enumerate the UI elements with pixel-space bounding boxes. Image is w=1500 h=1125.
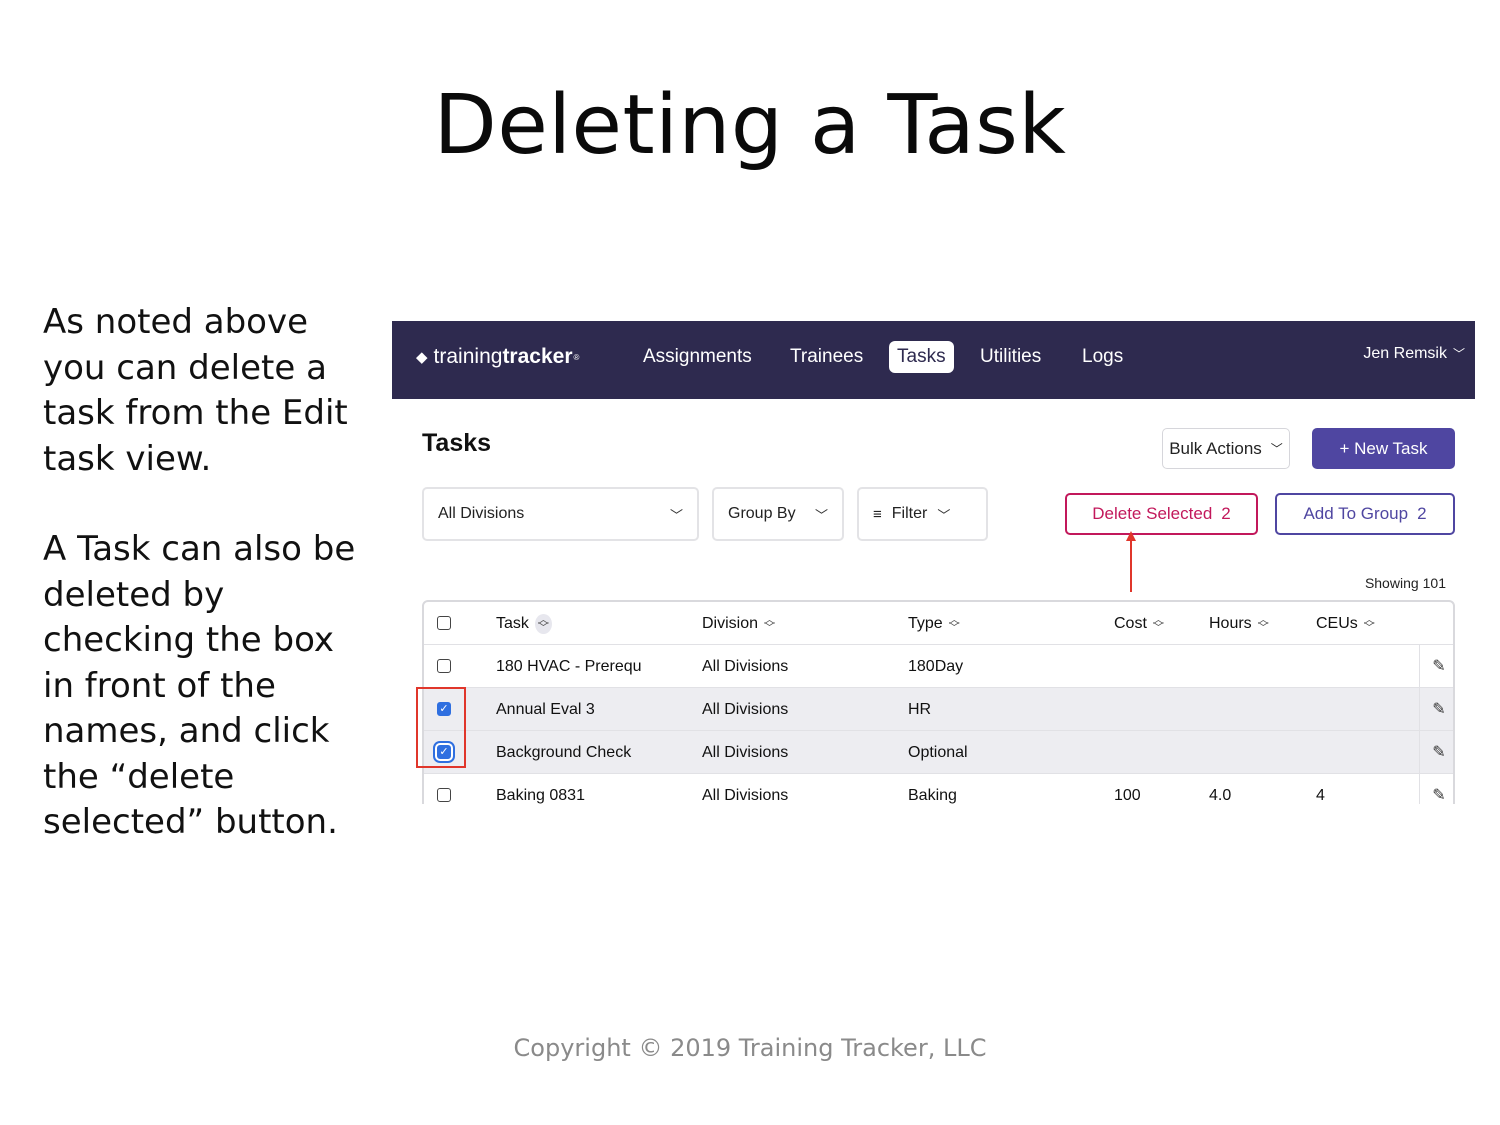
column-cost-label: Cost: [1114, 615, 1147, 632]
task-division: All Divisions: [702, 701, 789, 718]
task-division: All Divisions: [702, 658, 789, 675]
column-ceus-label: CEUs: [1316, 615, 1358, 632]
new-task-button[interactable]: + New Task: [1312, 428, 1455, 469]
table-row[interactable]: ✓ Annual Eval 3 All Divisions HR ✎: [424, 688, 1453, 731]
chevron-down-icon: ﹀: [814, 507, 828, 523]
nav-assignments[interactable]: Assignments: [635, 341, 760, 373]
app-screenshot: ◆ training tracker ® Assignments Trainees …: [392, 321, 1475, 804]
delete-selected-label: Delete Selected: [1092, 504, 1213, 523]
sort-icon[interactable]: ︿ ﹀: [1258, 614, 1269, 633]
showing-count: Showing 101: [1365, 575, 1446, 591]
group-by-select[interactable]: Group By ﹀: [712, 487, 844, 541]
user-menu[interactable]: Jen Remsik ﹀: [1363, 345, 1465, 363]
nav-trainees[interactable]: Trainees: [782, 341, 871, 373]
user-name: Jen Remsik: [1363, 345, 1447, 362]
sort-icon[interactable]: ︿ ﹀: [1364, 614, 1375, 633]
delete-selected-count: 2: [1221, 504, 1231, 523]
task-type: Baking: [908, 787, 957, 804]
showing-label: Showing: [1364, 575, 1419, 591]
edit-icon[interactable]: ✎: [1419, 731, 1453, 774]
task-division: All Divisions: [702, 787, 789, 804]
column-hours-label: Hours: [1209, 615, 1252, 632]
task-division: All Divisions: [702, 744, 789, 761]
table-row[interactable]: ✓ Background Check All Divisions Optiona…: [424, 731, 1453, 774]
task-type: 180Day: [908, 658, 964, 675]
slide-title: Deleting a Task: [433, 78, 1067, 173]
task-type: HR: [908, 701, 932, 718]
slide-explanation: As noted above you can delete a task fro…: [43, 300, 373, 846]
filter-icon: ≡: [873, 505, 882, 523]
edit-icon[interactable]: ✎: [1419, 774, 1453, 804]
edit-icon[interactable]: ✎: [1419, 645, 1453, 688]
paragraph-edit-view: As noted above you can delete a task fro…: [43, 302, 348, 479]
task-name: Baking 0831: [496, 787, 585, 804]
annotation-arrow-icon: [1126, 531, 1136, 592]
bulk-actions-label: Bulk Actions: [1169, 438, 1262, 458]
task-ceus: 4: [1316, 787, 1325, 804]
table-row[interactable]: Baking 0831 All Divisions Baking 100 4.0…: [424, 774, 1453, 804]
column-division-label: Division: [702, 615, 759, 632]
divisions-select-value: All Divisions: [438, 505, 525, 522]
column-type-label: Type: [908, 615, 943, 632]
nav-tasks[interactable]: Tasks: [889, 341, 954, 373]
task-name: 180 HVAC - Prerequ: [496, 658, 642, 675]
delete-selected-button[interactable]: Delete Selected 2: [1065, 493, 1258, 535]
task-cost: 100: [1114, 787, 1141, 804]
page-title: Tasks: [422, 429, 492, 457]
nav-logs[interactable]: Logs: [1074, 341, 1131, 373]
column-ceus[interactable]: CEUs ︿ ﹀: [1316, 602, 1375, 645]
sort-icon[interactable]: ︿ ﹀: [1153, 614, 1164, 633]
column-division[interactable]: Division ︿ ﹀: [702, 602, 775, 645]
brand-logo[interactable]: ◆ training tracker ®: [416, 345, 579, 369]
table-row[interactable]: 180 HVAC - Prerequ All Divisions 180Day …: [424, 645, 1453, 688]
nav-utilities[interactable]: Utilities: [972, 341, 1049, 373]
column-type[interactable]: Type ︿ ﹀: [908, 602, 960, 645]
add-to-group-button[interactable]: Add To Group 2: [1275, 493, 1455, 535]
paragraph-delete-selected: A Task can also be deleted by checking t…: [43, 529, 356, 842]
add-to-group-label: Add To Group: [1303, 504, 1409, 523]
task-type: Optional: [908, 744, 968, 761]
registered-mark: ®: [573, 352, 580, 362]
chevron-down-icon: ﹀: [669, 507, 683, 523]
sort-icon[interactable]: ︿ ﹀: [764, 614, 775, 633]
column-task[interactable]: Task ︿ ﹀: [496, 602, 552, 645]
chevron-down-icon: ﹀: [1452, 347, 1465, 361]
chevron-down-icon: ﹀: [937, 507, 951, 523]
edit-icon[interactable]: ✎: [1419, 688, 1453, 731]
annotation-highlight-box: [416, 687, 466, 768]
filter-label: Filter: [891, 505, 928, 522]
showing-number: 101: [1422, 575, 1446, 591]
sort-icon[interactable]: ︿ ﹀: [534, 613, 552, 634]
brand-light-text: training: [433, 345, 503, 368]
column-hours[interactable]: Hours ︿ ﹀: [1209, 602, 1269, 645]
task-hours: 4.0: [1209, 787, 1232, 804]
brand-bold-text: tracker: [502, 345, 573, 368]
row-checkbox[interactable]: [437, 659, 451, 673]
select-all-checkbox[interactable]: [437, 616, 451, 630]
sort-icon[interactable]: ︿ ﹀: [949, 614, 960, 633]
row-checkbox[interactable]: [437, 788, 451, 802]
bulk-actions-button[interactable]: Bulk Actions ﹀: [1162, 428, 1290, 469]
filter-button[interactable]: ≡ Filter ﹀: [857, 487, 988, 541]
top-navbar: ◆ training tracker ® Assignments Trainees …: [392, 321, 1475, 399]
copyright-footer: Copyright © 2019 Training Tracker, LLC: [513, 1034, 987, 1062]
diamond-logo-icon: ◆: [416, 349, 428, 366]
add-to-group-count: 2: [1417, 504, 1427, 523]
tasks-table: Task ︿ ﹀ Division ︿ ﹀ Type ︿ ﹀ Cost ︿ ﹀ Hours ︿ ﹀ …: [422, 600, 1455, 804]
task-name: Background Check: [496, 744, 632, 761]
group-by-label: Group By: [728, 505, 796, 522]
divisions-select[interactable]: All Divisions ﹀: [422, 487, 699, 541]
task-name: Annual Eval 3: [496, 701, 595, 718]
table-header-row: Task ︿ ﹀ Division ︿ ﹀ Type ︿ ﹀ Cost ︿ ﹀ Hours ︿ ﹀ …: [424, 602, 1453, 645]
chevron-down-icon: ﹀: [1270, 442, 1283, 456]
column-task-label: Task: [496, 615, 529, 632]
column-cost[interactable]: Cost ︿ ﹀: [1114, 602, 1164, 645]
